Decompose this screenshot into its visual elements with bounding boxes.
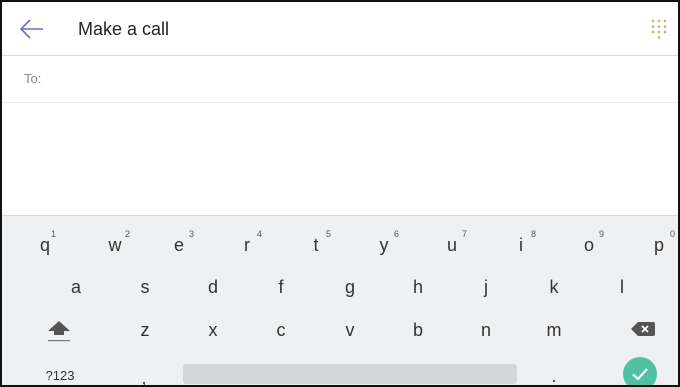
to-field-row: To: <box>2 56 678 103</box>
key-z[interactable]: z <box>130 320 160 340</box>
checkmark-icon <box>632 368 648 381</box>
key-hint: 5 <box>326 229 332 239</box>
space-bar[interactable] <box>183 364 517 384</box>
key-t[interactable]: t5 <box>301 229 331 255</box>
back-arrow-icon <box>19 19 43 39</box>
key-s[interactable]: s <box>130 277 160 297</box>
key-char: a <box>70 277 81 297</box>
back-button[interactable] <box>19 17 45 41</box>
key-k[interactable]: k <box>539 277 569 297</box>
enter-button[interactable] <box>623 357 657 385</box>
key-char: b <box>412 320 423 340</box>
key-p[interactable]: p0 <box>644 229 675 255</box>
key-hint: 7 <box>462 229 468 239</box>
keyboard: q1 w2 e3 r4 t5 y6 u7 i8 o9 p0 a s d f g … <box>2 215 678 385</box>
key-n[interactable]: n <box>471 320 501 340</box>
key-hint: 3 <box>189 229 195 239</box>
key-j[interactable]: j <box>471 277 501 297</box>
key-char: s <box>140 277 150 297</box>
period-key[interactable]: . <box>542 366 566 386</box>
key-x[interactable]: x <box>198 320 228 340</box>
key-hint: 0 <box>670 229 676 239</box>
key-h[interactable]: h <box>403 277 433 297</box>
app-window: Make a call To: q1 w2 e3 r4 t5 y6 u7 i8 … <box>0 0 680 387</box>
to-label: To: <box>24 71 42 86</box>
key-char: z <box>140 320 150 340</box>
to-input[interactable] <box>48 64 668 96</box>
shift-key[interactable] <box>42 317 76 343</box>
key-char: v <box>345 320 355 340</box>
key-char: n <box>480 320 491 340</box>
key-i[interactable]: i8 <box>506 229 536 255</box>
key-v[interactable]: v <box>335 320 365 340</box>
dialpad-icon <box>651 19 667 39</box>
key-d[interactable]: d <box>198 277 228 297</box>
key-b[interactable]: b <box>403 320 433 340</box>
app-header: Make a call <box>2 2 678 56</box>
dialpad-button[interactable] <box>651 19 667 39</box>
key-char: m <box>546 320 562 340</box>
key-hint: 6 <box>394 229 400 239</box>
key-hint: 8 <box>531 229 537 239</box>
key-hint: 4 <box>257 229 263 239</box>
key-hint: 2 <box>125 229 131 239</box>
key-char: , <box>141 368 147 387</box>
key-r[interactable]: r4 <box>232 229 262 255</box>
key-hint: 9 <box>599 229 605 239</box>
key-g[interactable]: g <box>335 277 365 297</box>
key-u[interactable]: u7 <box>437 229 467 255</box>
key-char: . <box>551 366 557 386</box>
key-char: h <box>412 277 423 297</box>
key-w[interactable]: w2 <box>100 229 131 255</box>
page-title: Make a call <box>78 19 170 39</box>
key-f[interactable]: f <box>266 277 296 297</box>
shift-icon <box>48 321 70 342</box>
comma-key[interactable]: , <box>132 368 156 387</box>
key-q[interactable]: q1 <box>30 229 60 255</box>
key-o[interactable]: o9 <box>574 229 604 255</box>
key-l[interactable]: l <box>607 277 637 297</box>
key-char: k <box>549 277 559 297</box>
backspace-icon <box>631 322 655 336</box>
key-m[interactable]: m <box>539 320 569 340</box>
key-char: j <box>484 277 488 297</box>
symbols-key-label: ?123 <box>45 368 75 383</box>
key-hint: 1 <box>51 229 57 239</box>
key-e[interactable]: e3 <box>164 229 194 255</box>
key-char: x <box>208 320 218 340</box>
backspace-key[interactable] <box>628 320 658 340</box>
key-c[interactable]: c <box>266 320 296 340</box>
key-y[interactable]: y6 <box>369 229 400 255</box>
key-char: g <box>344 277 355 297</box>
key-char: d <box>207 277 218 297</box>
symbols-key[interactable]: ?123 <box>40 366 80 385</box>
key-char: l <box>620 277 624 297</box>
key-a[interactable]: a <box>61 277 91 297</box>
key-char: f <box>278 277 284 297</box>
key-char: c <box>276 320 286 340</box>
